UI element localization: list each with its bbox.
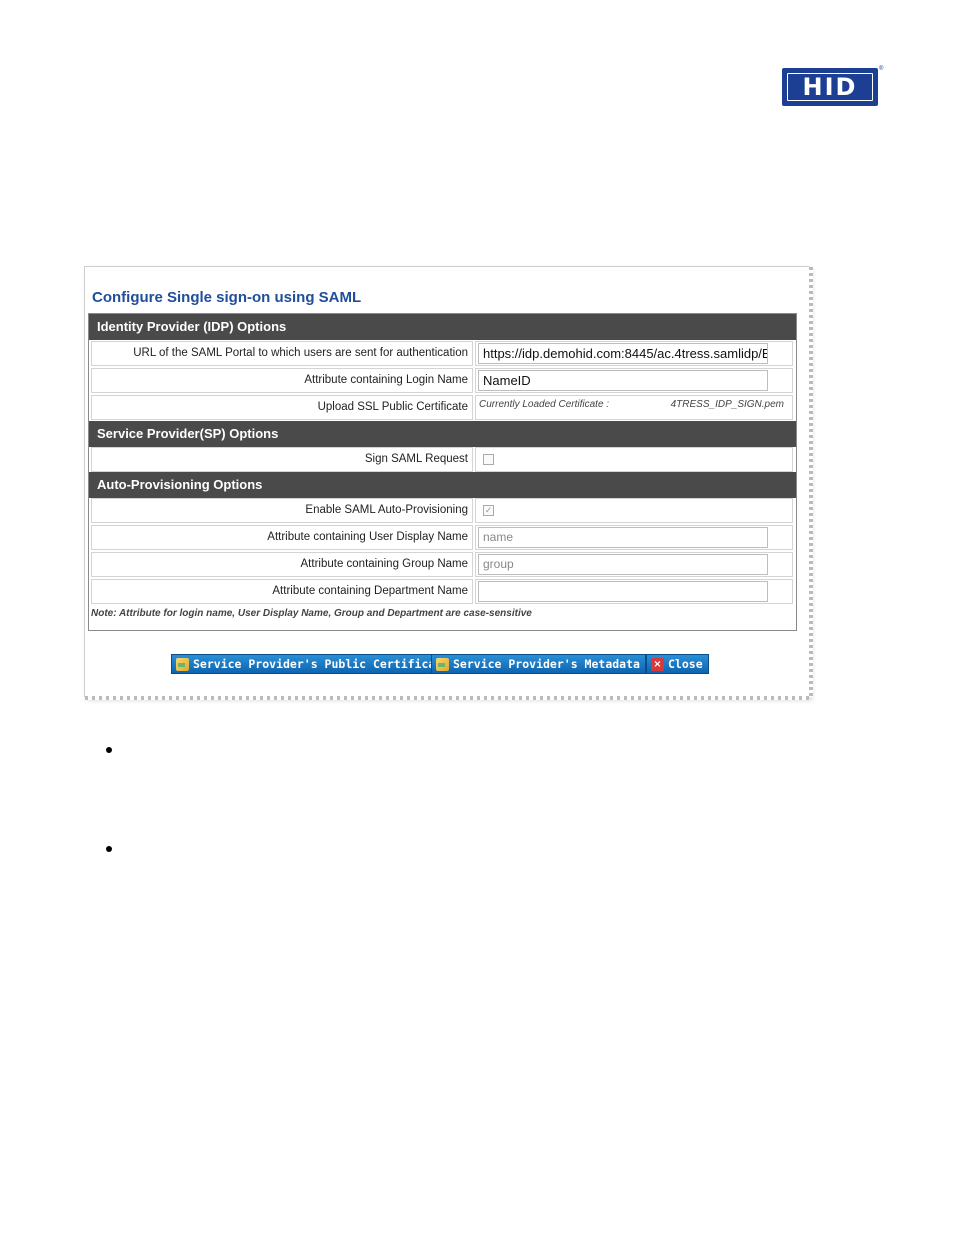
ssl-cert-cell: Currently Loaded Certificate : 4TRESS_ID… xyxy=(475,395,793,420)
saml-url-cell: https://idp.demohid.com:8445/ac.4tress.s… xyxy=(475,341,793,366)
public-certificate-button[interactable]: Service Provider's Public Certificate xyxy=(171,654,456,674)
group-name-label: Attribute containing Group Name xyxy=(91,552,473,577)
public-certificate-button-label: Service Provider's Public Certificate xyxy=(193,657,450,671)
idp-section-header: Identity Provider (IDP) Options xyxy=(89,314,796,340)
saml-options-form: Identity Provider (IDP) Options URL of t… xyxy=(88,313,797,631)
auto-provisioning-section-header: Auto-Provisioning Options xyxy=(89,472,796,498)
enable-auto-row: Enable SAML Auto-Provisioning ✓ xyxy=(89,497,796,524)
display-name-row: Attribute containing User Display Name n… xyxy=(89,524,796,551)
certificate-icon xyxy=(436,658,449,671)
close-button-label: Close xyxy=(668,657,703,671)
display-name-cell: name xyxy=(475,525,793,550)
bullet-point xyxy=(106,747,112,753)
metadata-button[interactable]: Service Provider's Metadata xyxy=(431,654,646,674)
display-name-input[interactable]: name xyxy=(478,527,768,548)
ssl-cert-label: Upload SSL Public Certificate xyxy=(91,395,473,420)
sign-request-row: Sign SAML Request xyxy=(89,446,796,473)
hid-logo: HID xyxy=(782,68,878,106)
login-name-row: Attribute containing Login Name NameID xyxy=(89,367,796,394)
certificate-icon xyxy=(176,658,189,671)
enable-auto-label: Enable SAML Auto-Provisioning xyxy=(91,498,473,523)
department-row: Attribute containing Department Name xyxy=(89,578,796,605)
case-sensitive-note: Note: Attribute for login name, User Dis… xyxy=(91,608,532,619)
metadata-button-label: Service Provider's Metadata xyxy=(453,657,640,671)
login-name-input[interactable]: NameID xyxy=(478,370,768,391)
group-name-input[interactable]: group xyxy=(478,554,768,575)
close-button[interactable]: × Close xyxy=(646,654,709,674)
close-icon: × xyxy=(651,658,664,671)
bullet-point xyxy=(106,846,112,852)
display-name-label: Attribute containing User Display Name xyxy=(91,525,473,550)
department-cell xyxy=(475,579,793,604)
saml-url-input[interactable]: https://idp.demohid.com:8445/ac.4tress.s… xyxy=(478,343,768,364)
torn-edge xyxy=(809,267,813,697)
login-name-cell: NameID xyxy=(475,368,793,393)
page-title: Configure Single sign-on using SAML xyxy=(92,289,362,306)
current-cert-file: 4TRESS_IDP_SIGN.pem xyxy=(670,399,784,410)
saml-url-row: URL of the SAML Portal to which users ar… xyxy=(89,340,796,367)
sign-request-label: Sign SAML Request xyxy=(91,447,473,472)
group-name-row: Attribute containing Group Name group xyxy=(89,551,796,578)
registered-mark: ® xyxy=(879,66,884,72)
saml-config-screenshot: Configure Single sign-on using SAML Iden… xyxy=(84,266,813,700)
sign-request-checkbox[interactable] xyxy=(483,454,494,465)
department-input[interactable] xyxy=(478,581,768,602)
ssl-cert-row: Upload SSL Public Certificate Currently … xyxy=(89,394,796,421)
department-label: Attribute containing Department Name xyxy=(91,579,473,604)
sign-request-cell xyxy=(475,447,793,472)
enable-auto-checkbox[interactable]: ✓ xyxy=(483,505,494,516)
saml-url-label: URL of the SAML Portal to which users ar… xyxy=(91,341,473,366)
hid-logo-text: HID xyxy=(787,73,873,101)
sp-section-header: Service Provider(SP) Options xyxy=(89,421,796,447)
enable-auto-cell: ✓ xyxy=(475,498,793,523)
current-cert-note: Currently Loaded Certificate : xyxy=(479,399,610,410)
login-name-label: Attribute containing Login Name xyxy=(91,368,473,393)
group-name-cell: group xyxy=(475,552,793,577)
